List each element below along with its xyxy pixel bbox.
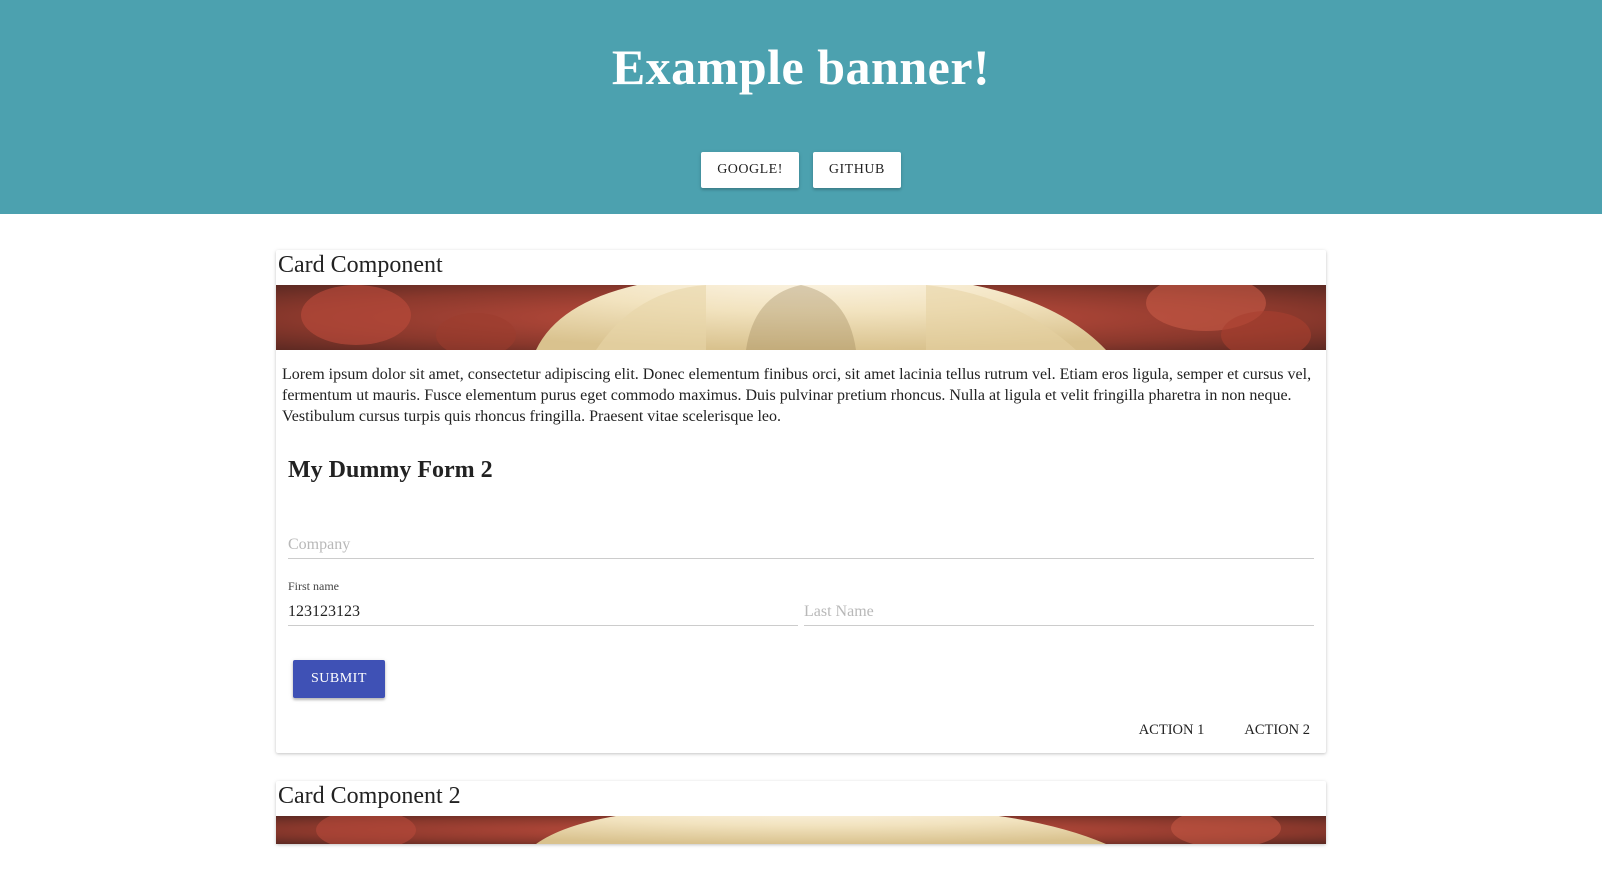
last-name-input[interactable] <box>804 599 1314 626</box>
main-container: Card Component <box>276 250 1326 844</box>
first-name-label: First name <box>288 579 339 594</box>
google-button[interactable]: GOOGLE! <box>701 152 799 188</box>
github-button[interactable]: GITHUB <box>813 152 901 188</box>
action-2-button[interactable]: ACTION 2 <box>1244 722 1310 739</box>
card-2: Card Component 2 <box>276 781 1326 844</box>
card-2-title: Card Component 2 <box>276 781 1326 816</box>
card-1-title: Card Component <box>276 250 1326 285</box>
card-2-image <box>276 816 1326 844</box>
card-1-image <box>276 285 1326 350</box>
card-1-body: Lorem ipsum dolor sit amet, consectetur … <box>276 350 1326 431</box>
card-1: Card Component <box>276 250 1326 753</box>
last-name-field-wrap <box>804 579 1314 626</box>
submit-button[interactable]: SUBMIT <box>293 660 385 698</box>
company-input[interactable] <box>288 532 1314 559</box>
banner-buttons: GOOGLE! GITHUB <box>0 152 1602 196</box>
card-1-actions: ACTION 1 ACTION 2 <box>276 712 1326 753</box>
company-field-wrap <box>288 512 1314 559</box>
banner: Example banner! GOOGLE! GITHUB <box>0 0 1602 214</box>
form-title: My Dummy Form 2 <box>288 457 1314 484</box>
action-1-button[interactable]: ACTION 1 <box>1139 722 1205 739</box>
banner-title: Example banner! <box>0 38 1602 96</box>
first-name-input[interactable] <box>288 599 798 626</box>
form: My Dummy Form 2 First name SUBMIT <box>276 431 1326 712</box>
first-name-field-wrap: First name <box>288 579 798 626</box>
